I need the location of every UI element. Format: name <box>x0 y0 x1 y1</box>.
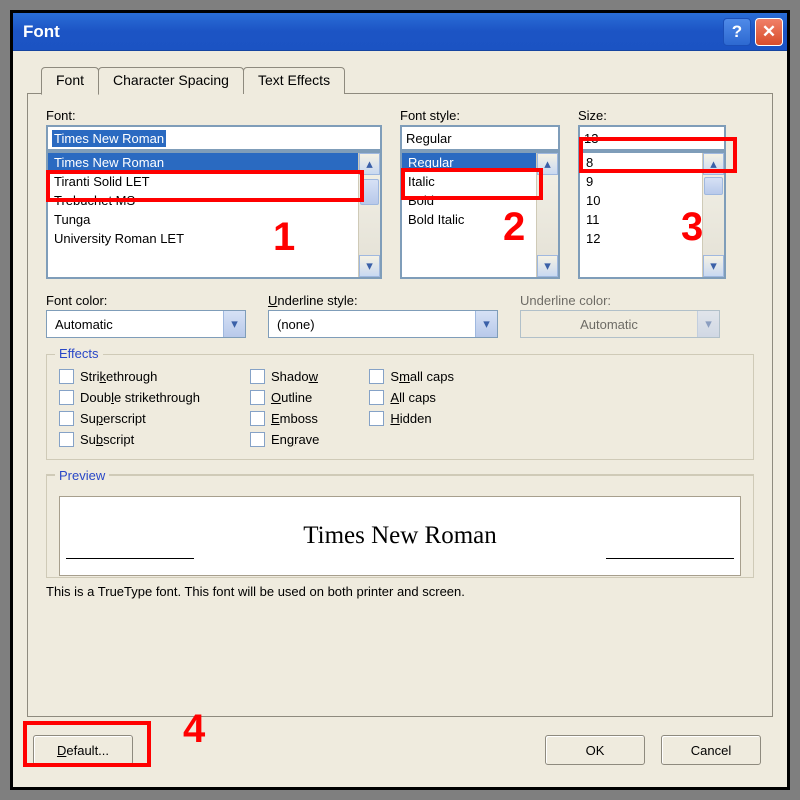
preview-text: Times New Roman <box>303 522 497 550</box>
close-button[interactable]: ✕ <box>755 18 783 46</box>
preview-group: Preview Times New Roman <box>46 474 754 578</box>
scroll-down-icon[interactable]: ▾ <box>703 255 724 277</box>
underline-color-label: Underline color: <box>520 293 720 308</box>
effects-legend: Effects <box>55 346 103 361</box>
font-style-listbox[interactable]: Regular Italic Bold Bold Italic ▴ ▾ <box>400 151 560 279</box>
chevron-down-icon: ▾ <box>697 311 719 337</box>
scroll-down-icon[interactable]: ▾ <box>537 255 558 277</box>
list-item[interactable]: Tiranti Solid LET <box>48 172 380 191</box>
tab-text-effects[interactable]: Text Effects <box>243 67 345 94</box>
list-item[interactable]: Italic <box>402 172 558 191</box>
checkbox-emboss[interactable]: Emboss <box>250 411 319 426</box>
font-input[interactable]: Times New Roman <box>46 125 382 151</box>
underline-style-dropdown[interactable]: (none) ▾ <box>268 310 498 338</box>
list-item[interactable]: Times New Roman <box>48 153 380 172</box>
scrollbar[interactable]: ▴ ▾ <box>702 153 724 277</box>
scroll-up-icon[interactable]: ▴ <box>359 153 380 175</box>
tab-font[interactable]: Font <box>41 67 99 95</box>
underline-style-label: Underline style: <box>268 293 498 308</box>
size-label: Size: <box>578 108 726 123</box>
checkbox-shadow[interactable]: Shadow <box>250 369 319 384</box>
ok-button[interactable]: OK <box>545 735 645 765</box>
scroll-up-icon[interactable]: ▴ <box>537 153 558 175</box>
list-item[interactable]: Bold <box>402 191 558 210</box>
font-note: This is a TrueType font. This font will … <box>46 584 754 599</box>
checkbox-subscript[interactable]: Subscript <box>59 432 200 447</box>
preview-area: Times New Roman <box>59 496 741 576</box>
preview-legend: Preview <box>55 468 109 483</box>
tab-character-spacing[interactable]: Character Spacing <box>98 67 244 94</box>
effects-group: Effects Strikethrough Double strikethrou… <box>46 354 754 460</box>
scroll-down-icon[interactable]: ▾ <box>359 255 380 277</box>
list-item[interactable]: Tunga <box>48 210 380 229</box>
checkbox-all-caps[interactable]: All caps <box>369 390 454 405</box>
checkbox-strikethrough[interactable]: Strikethrough <box>59 369 200 384</box>
underline-color-dropdown: Automatic ▾ <box>520 310 720 338</box>
font-style-label: Font style: <box>400 108 560 123</box>
checkbox-double-strikethrough[interactable]: Double strikethrough <box>59 390 200 405</box>
scroll-thumb[interactable] <box>704 177 723 195</box>
tab-panel-font: Font: Times New Roman Times New Roman Ti… <box>27 93 773 717</box>
font-label: Font: <box>46 108 382 123</box>
scrollbar[interactable]: ▴ ▾ <box>536 153 558 277</box>
scrollbar[interactable]: ▴ ▾ <box>358 153 380 277</box>
window-title: Font <box>17 22 719 42</box>
list-item[interactable]: Trebuchet MS <box>48 191 380 210</box>
checkbox-engrave[interactable]: Engrave <box>250 432 319 447</box>
checkbox-small-caps[interactable]: Small caps <box>369 369 454 384</box>
checkbox-hidden[interactable]: Hidden <box>369 411 454 426</box>
help-button[interactable]: ? <box>723 18 751 46</box>
scroll-thumb[interactable] <box>360 179 379 205</box>
tab-strip: Font Character Spacing Text Effects <box>41 67 344 94</box>
size-listbox[interactable]: 8 9 10 11 12 ▴ ▾ <box>578 151 726 279</box>
list-item[interactable]: Bold Italic <box>402 210 558 229</box>
font-color-label: Font color: <box>46 293 246 308</box>
scroll-up-icon[interactable]: ▴ <box>703 153 724 175</box>
font-color-dropdown[interactable]: Automatic ▾ <box>46 310 246 338</box>
list-item[interactable]: University Roman LET <box>48 229 380 248</box>
cancel-button[interactable]: Cancel <box>661 735 761 765</box>
size-input[interactable]: 13 <box>578 125 726 151</box>
checkbox-superscript[interactable]: Superscript <box>59 411 200 426</box>
chevron-down-icon[interactable]: ▾ <box>475 311 497 337</box>
checkbox-outline[interactable]: Outline <box>250 390 319 405</box>
font-listbox[interactable]: Times New Roman Tiranti Solid LET Trebuc… <box>46 151 382 279</box>
titlebar: Font ? ✕ <box>13 13 787 51</box>
chevron-down-icon[interactable]: ▾ <box>223 311 245 337</box>
font-style-input[interactable]: Regular <box>400 125 560 151</box>
list-item[interactable]: Regular <box>402 153 558 172</box>
default-button[interactable]: Default... <box>33 735 133 765</box>
